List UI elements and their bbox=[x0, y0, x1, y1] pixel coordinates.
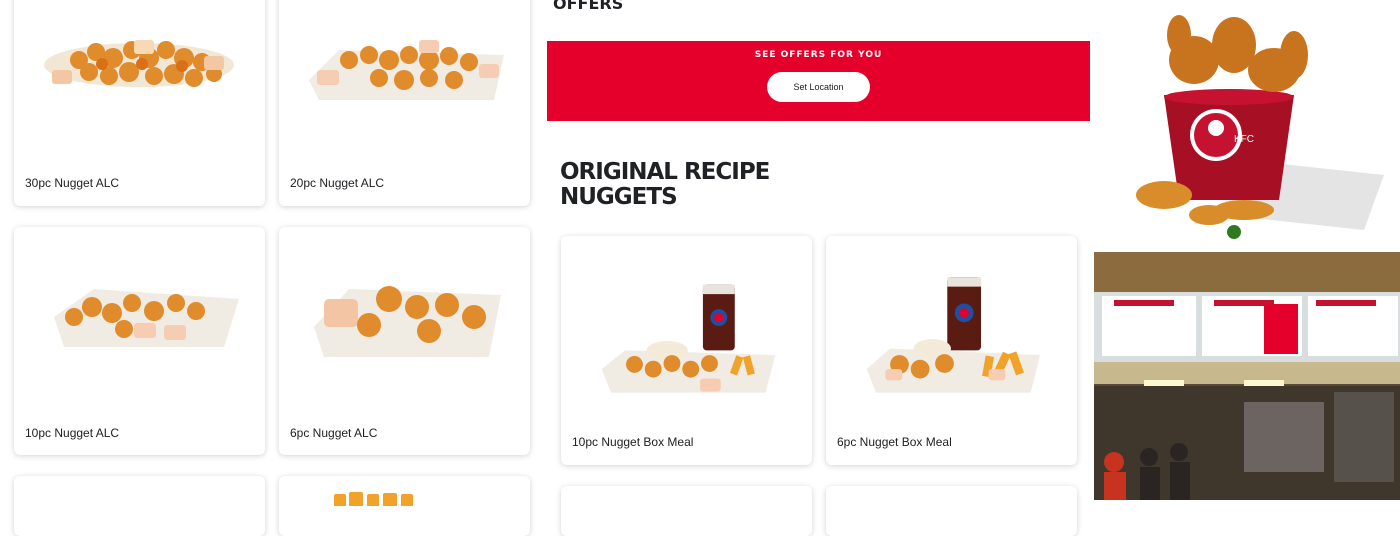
nugget-20pc-image bbox=[309, 40, 504, 100]
set-location-button[interactable]: Set Location bbox=[767, 72, 870, 102]
product-card-6pc[interactable]: 6pc Nugget ALC bbox=[279, 227, 530, 455]
offers-banner: SEE OFFERS FOR YOU Set Location bbox=[547, 41, 1090, 121]
offers-heading: OFFERS bbox=[553, 0, 624, 13]
svg-text:KFC: KFC bbox=[1234, 134, 1254, 145]
product-card-partial-2[interactable] bbox=[279, 476, 530, 536]
product-card-6pc-box-meal[interactable]: 6pc Nugget Box Meal bbox=[826, 236, 1077, 465]
nugget-10pc-image bbox=[54, 289, 239, 347]
nugget-partial-image bbox=[334, 492, 413, 506]
restaurant-interior-image bbox=[1094, 252, 1400, 500]
nugget-6pc-meal-image bbox=[866, 277, 1041, 393]
kfc-bucket-image: KFC bbox=[1094, 0, 1400, 250]
offers-banner-title: SEE OFFERS FOR YOU bbox=[754, 50, 883, 60]
product-name: 10pc Nugget ALC bbox=[25, 426, 120, 440]
product-card-partial-3[interactable] bbox=[561, 486, 812, 536]
product-name: 10pc Nugget Box Meal bbox=[572, 435, 694, 449]
nugget-30pc-image bbox=[44, 40, 234, 87]
product-card-10pc-box-meal[interactable]: 10pc Nugget Box Meal bbox=[561, 236, 812, 465]
product-card-10pc[interactable]: 10pc Nugget ALC bbox=[14, 227, 265, 455]
section-title: ORIGINAL RECIPE NUGGETS bbox=[560, 159, 770, 210]
product-name: 6pc Nugget ALC bbox=[290, 426, 378, 440]
product-card-partial-1[interactable] bbox=[14, 476, 265, 536]
section-title-line1: ORIGINAL RECIPE bbox=[560, 159, 770, 185]
nugget-10pc-meal-image bbox=[601, 284, 776, 393]
section-title-line2: NUGGETS bbox=[560, 184, 678, 210]
product-name: 20pc Nugget ALC bbox=[290, 176, 385, 190]
product-card-partial-4[interactable] bbox=[826, 486, 1077, 536]
product-card-30pc[interactable]: 30pc Nugget ALC bbox=[14, 0, 265, 206]
product-name: 6pc Nugget Box Meal bbox=[837, 435, 952, 449]
product-card-20pc[interactable]: 20pc Nugget ALC bbox=[279, 0, 530, 206]
product-name: 30pc Nugget ALC bbox=[25, 176, 120, 190]
nugget-6pc-image bbox=[314, 286, 501, 357]
